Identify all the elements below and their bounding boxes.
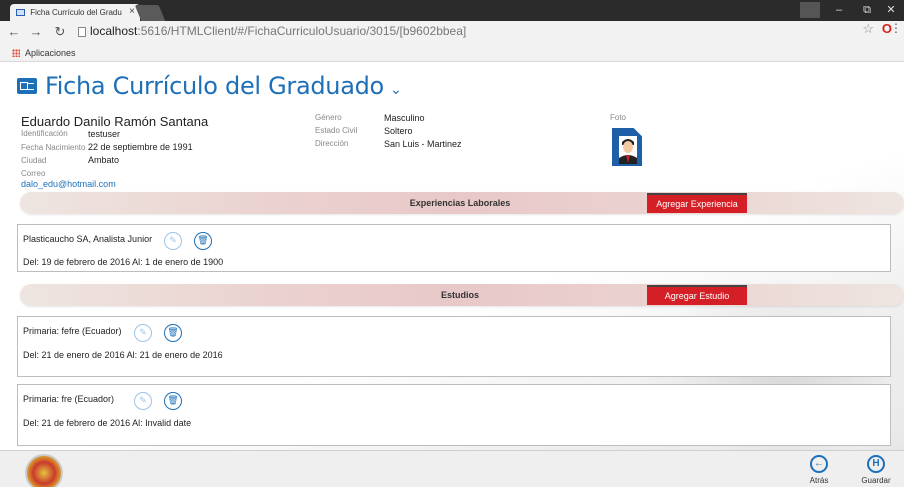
experiencias-section-bar: Experiencias Laborales (20, 192, 904, 214)
page-icon (78, 27, 86, 37)
browser-toolbar: ← → ↻ localhost:5616/HTMLClient/#/FichaC… (0, 21, 904, 45)
tab-title: Ficha Currículo del Gradu (30, 8, 122, 17)
estudios-section-bar: Estudios (20, 284, 904, 306)
edit-pencil-icon[interactable]: ✎ (134, 324, 152, 342)
page-content: Ficha Currículo del Graduado ⌄ Eduardo D… (0, 62, 904, 487)
genero-label: Género (315, 113, 342, 122)
estado-civil-label: Estado Civil (315, 126, 358, 135)
footer-bar: ← Atrás H Guardar (0, 450, 904, 487)
estudio-title: Primaria: fefre (Ecuador) (23, 326, 122, 336)
close-window-button[interactable]: ✕ (880, 2, 902, 18)
agregar-estudio-button[interactable]: Agregar Estudio (647, 285, 747, 305)
estudios-title: Estudios (440, 290, 479, 300)
menu-kebab-icon[interactable]: ⋮ (890, 21, 902, 35)
back-button[interactable]: ← Atrás (802, 455, 836, 485)
identificacion-value: testuser (88, 129, 121, 139)
back-label: Atrás (809, 476, 829, 485)
experiencia-title: Plasticaucho SA, Analista Junior (23, 234, 153, 244)
nacimiento-label: Fecha Nacimiento (21, 143, 86, 152)
foto-label: Foto (610, 113, 627, 122)
new-tab-button[interactable] (134, 5, 166, 21)
bookmark-star-icon[interactable]: ☆ (862, 21, 874, 37)
edit-pencil-icon[interactable]: ✎ (134, 392, 152, 410)
page-header[interactable]: Ficha Currículo del Graduado ⌄ (17, 70, 402, 102)
university-seal-logo (25, 454, 63, 487)
identificacion-label: Identificación (21, 129, 68, 138)
chevron-down-icon[interactable]: ⌄ (390, 81, 402, 98)
apps-grid-icon (12, 49, 20, 57)
correo-label: Correo (21, 169, 46, 178)
back-arrow-icon: ← (810, 455, 828, 473)
url-path: :5616/HTMLClient/#/FichaCurriculoUsuario… (137, 24, 467, 38)
avatar-icon (619, 136, 637, 164)
forward-arrow-icon[interactable]: → (28, 24, 44, 39)
reload-icon[interactable]: ↻ (52, 24, 68, 40)
estudio-card: Primaria: fre (Ecuador) ✎ 🗑 Del: 21 de f… (17, 384, 891, 446)
id-card-icon (17, 78, 37, 94)
profile-photo (610, 128, 652, 166)
ciudad-value: Ambato (88, 155, 120, 165)
save-disk-icon: H (867, 455, 885, 473)
estudio-card: Primaria: fefre (Ecuador) ✎ 🗑 Del: 21 de… (17, 316, 891, 377)
tab-close-icon[interactable]: × (129, 6, 135, 17)
delete-trash-icon[interactable]: 🗑 (164, 392, 182, 410)
estudio-title: Primaria: fre (Ecuador) (23, 394, 115, 404)
window-extra-box (800, 2, 820, 18)
estudio-dates: Del: 21 de febrero de 2016 Al: Invalid d… (23, 418, 192, 428)
page-favicon-icon (16, 9, 25, 16)
back-arrow-icon[interactable]: ← (6, 24, 22, 39)
save-button[interactable]: H Guardar (859, 455, 893, 485)
nacimiento-value: 22 de septiembre de 1991 (88, 142, 193, 152)
delete-trash-icon[interactable]: 🗑 (194, 232, 212, 250)
ciudad-label: Ciudad (21, 156, 47, 165)
maximize-button[interactable]: ⧉ (856, 2, 878, 18)
bookmarks-bar: Aplicaciones (0, 45, 904, 62)
genero-value: Masculino (384, 113, 425, 123)
save-label: Guardar (861, 476, 891, 485)
page-title: Ficha Currículo del Graduado (45, 72, 384, 100)
browser-tab[interactable]: Ficha Currículo del Gradu × (10, 4, 140, 21)
correo-link[interactable]: dalo_edu@hotmail.com (21, 179, 116, 189)
direccion-value: San Luis - Martinez (384, 139, 462, 149)
experiencia-dates: Del: 19 de febrero de 2016 Al: 1 de ener… (23, 257, 224, 267)
graduate-name: Eduardo Danilo Ramón Santana (21, 114, 209, 129)
delete-trash-icon[interactable]: 🗑 (164, 324, 182, 342)
estado-civil-value: Soltero (384, 126, 413, 136)
address-bar[interactable]: localhost:5616/HTMLClient/#/FichaCurricu… (78, 24, 898, 41)
bookmark-apps[interactable]: Aplicaciones (25, 48, 76, 58)
minimize-button[interactable]: – (828, 2, 850, 18)
agregar-experiencia-button[interactable]: Agregar Experiencia (647, 193, 747, 213)
direccion-label: Dirección (315, 139, 349, 148)
estudio-dates: Del: 21 de enero de 2016 Al: 21 de enero… (23, 350, 223, 360)
url-host: localhost (90, 24, 138, 38)
browser-tabbar: Ficha Currículo del Gradu × – ⧉ ✕ (0, 0, 904, 21)
edit-pencil-icon[interactable]: ✎ (164, 232, 182, 250)
experiencia-card: Plasticaucho SA, Analista Junior ✎ 🗑 Del… (17, 224, 891, 272)
experiencias-title: Experiencias Laborales (409, 198, 511, 208)
